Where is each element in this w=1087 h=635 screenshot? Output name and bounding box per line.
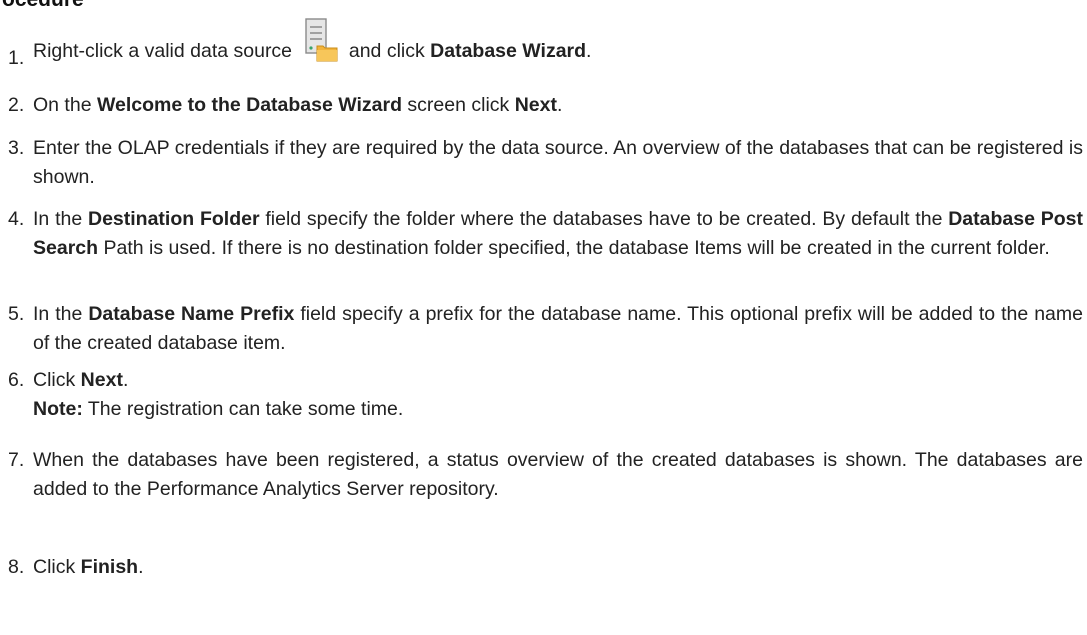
step-number: 2. <box>8 94 25 116</box>
step-text-run: In the <box>33 208 88 230</box>
section-heading: ocedure <box>2 0 84 12</box>
step-text-run: The registration can take some time. <box>82 398 404 420</box>
step-text-run: In the <box>33 303 89 325</box>
step-text-run: . <box>586 40 592 62</box>
bold-term: Finish <box>80 556 139 578</box>
step-text: Click Next. Note: The registration can ta… <box>33 366 1083 424</box>
step-text-run: Right-click a valid data source <box>33 40 298 62</box>
procedure-page: ocedure 1. Right-click a valid data sourc… <box>0 0 1087 635</box>
step-text: In the Destination Folder field specify … <box>33 205 1083 263</box>
step-text-run: field specify the folder where the datab… <box>259 208 949 230</box>
step-number: 8. <box>8 556 25 578</box>
step-text-run: and click <box>343 40 431 62</box>
step-text: Right-click a valid data source and clic… <box>33 18 1083 66</box>
bold-term: Destination Folder <box>87 208 260 230</box>
bold-term: Database Wizard <box>430 40 587 62</box>
bold-term: Welcome to the Database Wizard <box>96 94 403 116</box>
step-number: 6. <box>8 369 25 391</box>
step-text-run: When the databases have been registered,… <box>33 449 1083 500</box>
step-text: In the Database Name Prefix field specif… <box>33 300 1083 358</box>
bold-term: Database Name Prefix <box>88 303 295 325</box>
step-text-run: Click <box>33 556 81 578</box>
bold-term: Note: <box>33 398 83 420</box>
step-text: Enter the OLAP credentials if they are r… <box>33 134 1083 192</box>
database-folder-icon <box>305 18 339 66</box>
step-text-run: Path is used. If there is no destination… <box>98 237 1050 259</box>
step-text-run: Enter the OLAP credentials if they are r… <box>33 137 1083 188</box>
step-text-run: . <box>122 369 129 391</box>
step-text: Click Finish. <box>33 553 1083 582</box>
step-text-run: . <box>138 556 144 578</box>
bold-term: Next <box>80 369 123 391</box>
bold-term: Next <box>514 94 557 116</box>
step-text-run: On the <box>33 94 97 116</box>
step-text-run: Click <box>33 369 81 391</box>
step-number: 1. <box>8 47 25 69</box>
step-text: On the Welcome to the Database Wizard sc… <box>33 91 1083 120</box>
step-number: 3. <box>8 137 25 159</box>
step-number: 4. <box>8 208 25 230</box>
step-text: When the databases have been registered,… <box>33 446 1083 504</box>
step-text-run: . <box>557 94 563 116</box>
step-number: 5. <box>8 303 25 325</box>
step-text-run: screen click <box>402 94 515 116</box>
step-number: 7. <box>8 449 25 471</box>
